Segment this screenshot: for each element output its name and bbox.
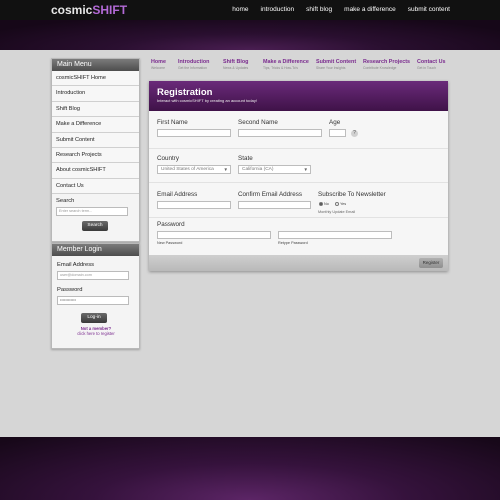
menu-item-shift-blog[interactable]: Shift Blog [52,101,139,118]
sub-nav-contact-us[interactable]: Contact Us Get in Touch [417,59,445,71]
member-login-title: Member Login [52,244,139,256]
newsletter-no-label: No [324,202,329,206]
header-banner [0,20,500,50]
main-menu-box: Main Menu cosmicSHIFT Home Introduction … [51,58,140,242]
logo-text-part2: SHIFT [92,3,128,17]
search-input[interactable]: Enter search term... [56,207,128,217]
newsletter-yes-label: Yes [340,202,347,206]
top-nav-home[interactable]: home [232,5,248,14]
country-select[interactable]: United States of America ▼ [157,165,231,174]
sub-nav-contact-us-title: Contact Us [417,59,446,65]
newsletter-no-option[interactable]: No [319,202,329,207]
register-link[interactable]: click here to register [57,331,135,336]
menu-item-make-a-difference[interactable]: Make a Difference [52,117,139,133]
login-password-input[interactable]: •••••••••••• [57,296,129,305]
menu-item-research-projects[interactable]: Research Projects [52,147,139,164]
top-bar: cosmicSHIFT home introduction shift blog… [0,0,500,20]
sub-nav-submit-content[interactable]: Submit Content Share Your Insights [316,59,356,71]
sub-nav-contact-us-subtitle: Get in Touch [417,66,436,70]
top-navigation: home introduction shift blog make a diff… [232,5,450,14]
menu-item-submit-content[interactable]: Submit Content [52,132,139,148]
sub-nav-make-a-difference-title: Make a Difference [263,59,309,65]
register-button[interactable]: Register [419,258,443,268]
sub-nav-shift-blog[interactable]: Shift Blog News & Updates [223,59,248,71]
password-label: Password [157,221,185,228]
registration-header: Registration Interact with cosmicSHIFT b… [149,81,448,111]
top-nav-introduction[interactable]: introduction [261,5,295,14]
menu-item-contact-us[interactable]: Contact Us [52,178,139,195]
state-select-value: California (CA) [242,167,274,172]
site-logo[interactable]: cosmicSHIFT [51,3,127,17]
sub-nav-shift-blog-subtitle: News & Updates [223,66,249,70]
new-password-input[interactable] [157,231,271,239]
login-button[interactable]: Log-in [81,313,107,323]
registration-subtitle: Interact with cosmicSHIFT by creating an… [157,98,257,103]
top-nav-submit-content[interactable]: submit content [408,5,450,14]
sub-nav-submit-content-title: Submit Content [316,59,357,65]
first-name-label: First Name [157,119,188,126]
sub-nav-home[interactable]: Home Welcome [151,59,166,71]
age-input[interactable] [329,129,346,137]
sub-nav-submit-content-subtitle: Share Your Insights [316,66,346,70]
top-nav-make-a-difference[interactable]: make a difference [344,5,396,14]
new-password-label: New Password [157,241,183,245]
form-divider-2 [149,182,448,183]
sub-nav-make-a-difference-subtitle: Tips, Tricks & How-To's [263,66,298,70]
country-label: Country [157,155,180,162]
sub-nav-research-projects-title: Research Projects [363,59,411,65]
email-input[interactable] [157,201,231,209]
logo-text-part1: cosmic [51,3,93,17]
newsletter-label: Subscribe To Newsletter [318,191,386,198]
state-select[interactable]: California (CA) ▼ [238,165,311,174]
age-label: Age [329,119,341,126]
login-email-input[interactable]: user@domain.com [57,271,129,280]
email-label: Email Address [157,191,198,198]
second-name-input[interactable] [238,129,322,137]
main-menu-list: cosmicSHIFT Home Introduction Shift Blog… [52,71,139,195]
sub-nav-shift-blog-title: Shift Blog [223,59,249,65]
registration-form: First Name Second Name Age ? Country Uni… [149,111,448,255]
login-email-label: Email Address [57,262,95,268]
newsletter-note: Monthly Update Email [318,210,356,214]
sub-nav-home-subtitle: Welcome [151,66,166,70]
search-label: Search [56,198,75,205]
state-label: State [238,155,253,162]
menu-item-about[interactable]: About cosmicSHIFT [52,163,139,179]
sub-nav-introduction-title: Introduction [178,59,210,65]
first-name-input[interactable] [157,129,231,137]
member-login-box: Member Login Email Address user@domain.c… [51,243,140,349]
confirm-email-label: Confirm Email Address [238,191,303,198]
sub-nav-research-projects[interactable]: Research Projects Contribute Knowledge [363,59,410,71]
registration-footer: Register [149,255,448,271]
retype-password-input[interactable] [278,231,392,239]
country-chevron-down-icon: ▼ [223,167,228,172]
registration-title: Registration [157,87,213,98]
sub-nav-research-projects-subtitle: Contribute Knowledge [363,66,397,70]
search-section: Search Enter search term... Search [52,194,139,232]
search-button[interactable]: Search [82,221,108,232]
newsletter-yes-radio[interactable] [335,202,339,206]
top-nav-shift-blog[interactable]: shift blog [306,5,332,14]
page-footer [0,437,500,500]
sub-nav-introduction-subtitle: Get the Information [178,66,208,70]
second-name-label: Second Name [238,119,278,126]
registration-panel: Registration Interact with cosmicSHIFT b… [149,81,448,271]
menu-item-introduction[interactable]: Introduction [52,86,139,102]
newsletter-no-radio[interactable] [319,202,323,206]
menu-item-home[interactable]: cosmicSHIFT Home [52,71,139,87]
confirm-email-input[interactable] [238,201,311,209]
login-password-label: Password [57,287,83,293]
main-menu-title: Main Menu [52,59,139,71]
retype-password-label: Retype Password [278,241,308,245]
age-help-icon[interactable]: ? [351,130,358,137]
form-divider-3 [149,217,448,218]
sub-nav-make-a-difference[interactable]: Make a Difference Tips, Tricks & How-To'… [263,59,309,71]
newsletter-yes-option[interactable]: Yes [335,202,346,207]
country-select-value: United States of America [161,167,214,172]
form-divider-1 [149,148,448,149]
state-chevron-down-icon: ▼ [303,167,308,172]
sub-nav-home-title: Home [151,59,166,65]
sub-nav-introduction[interactable]: Introduction Get the Information [178,59,209,71]
